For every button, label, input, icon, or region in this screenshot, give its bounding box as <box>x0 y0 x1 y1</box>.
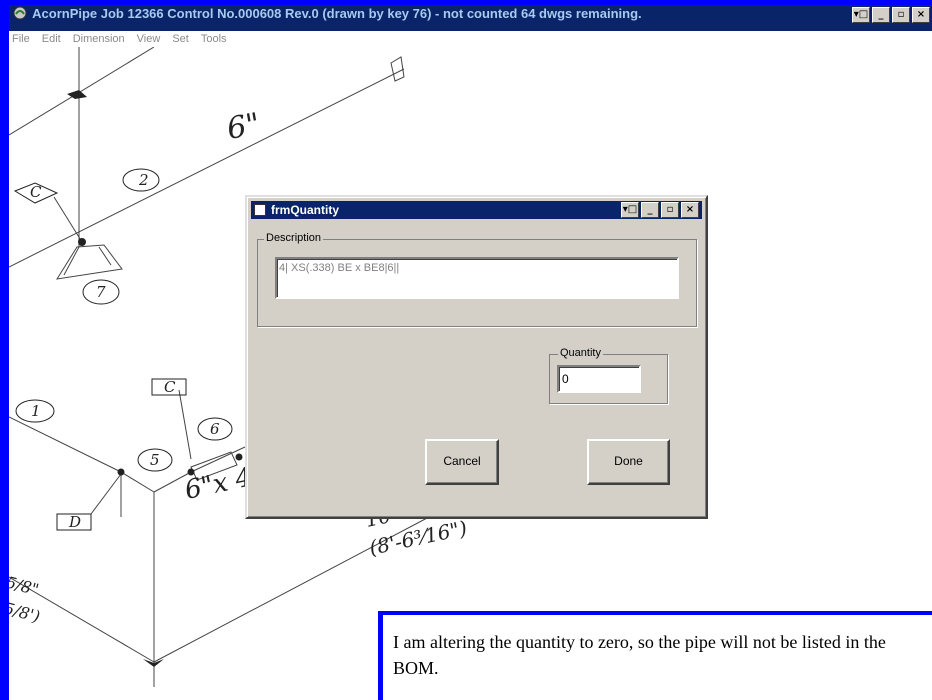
description-field[interactable]: 4| XS(.338) BE x BE8|6|| <box>275 257 679 299</box>
dialog-close-button[interactable]: × <box>681 202 699 218</box>
annotation-text: I am altering the quantity to zero, so t… <box>393 632 886 678</box>
quantity-group: Quantity <box>549 347 668 404</box>
cancel-button[interactable]: Cancel <box>425 439 499 485</box>
fraction-bottom: 5/8') <box>9 599 42 627</box>
done-button[interactable]: Done <box>587 439 670 485</box>
dialog-minimize-button[interactable]: _ <box>641 202 659 218</box>
tag-c-lower-label: C <box>164 378 176 396</box>
bubble-1-label: 1 <box>31 402 41 420</box>
restore-button[interactable]: ▫ <box>892 7 910 23</box>
fraction-top: 5/8" <box>9 573 41 600</box>
minimize-button[interactable]: _ <box>872 7 890 23</box>
tag-c-upper-label: C <box>30 183 42 201</box>
bubble-2-label: 2 <box>138 171 149 189</box>
menu-dimension[interactable]: Dimension <box>73 33 125 45</box>
menu-set[interactable]: Set <box>172 33 189 45</box>
quantity-input[interactable] <box>557 365 641 393</box>
menu-bar: File Edit Dimension View Set Tools <box>9 31 932 47</box>
dialog-maximize-button[interactable]: ▫ <box>661 202 679 218</box>
menu-tools[interactable]: Tools <box>201 33 227 45</box>
restore-menu-button[interactable]: ▾□ <box>852 7 870 23</box>
description-group: Description 4| XS(.338) BE x BE8|6|| <box>257 232 697 327</box>
bubble-7-label: 7 <box>96 283 106 301</box>
dialog-title: frmQuantity <box>271 203 340 217</box>
form-icon <box>254 204 266 216</box>
quantity-dialog: frmQuantity ▾□ _ ▫ × Description 4| XS(.… <box>245 195 708 519</box>
description-legend: Description <box>264 232 324 244</box>
main-window-titlebar: AcornPipe Job 12366 Control No.000608 Re… <box>9 5 932 31</box>
dimension-6-inch: 6" <box>224 107 262 147</box>
dialog-window-controls: ▾□ _ ▫ × <box>621 202 699 218</box>
bubble-6-label: 6 <box>210 420 220 438</box>
main-window-controls: ▾□ _ ▫ × <box>852 7 930 23</box>
cancel-button-label: Cancel <box>443 454 481 468</box>
menu-file[interactable]: File <box>12 33 30 45</box>
tag-d-label: D <box>68 513 81 531</box>
acornpipe-app-icon <box>13 6 27 20</box>
annotation-callout: I am altering the quantity to zero, so t… <box>378 611 932 700</box>
close-button[interactable]: × <box>912 7 930 23</box>
done-button-label: Done <box>614 454 643 468</box>
menu-edit[interactable]: Edit <box>42 33 61 45</box>
pipe-node-end <box>235 453 243 461</box>
pipe-node-upper <box>78 238 86 246</box>
pipe-node-left <box>117 468 125 476</box>
dialog-restore-menu-button[interactable]: ▾□ <box>621 202 639 218</box>
main-window-title: AcornPipe Job 12366 Control No.000608 Re… <box>32 6 642 21</box>
quantity-legend: Quantity <box>558 347 603 359</box>
bubble-5-label: 5 <box>150 451 160 469</box>
dialog-titlebar: frmQuantity ▾□ _ ▫ × <box>251 201 702 219</box>
menu-view[interactable]: View <box>137 33 161 45</box>
